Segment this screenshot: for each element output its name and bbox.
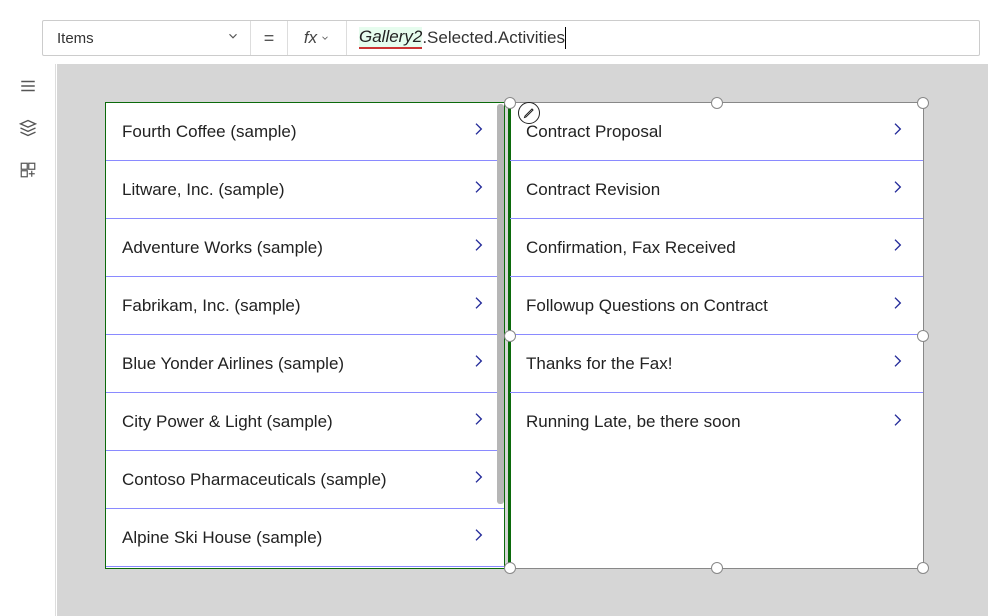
canvas[interactable]: Fourth Coffee (sample) Litware, Inc. (sa… (57, 64, 988, 616)
list-item[interactable]: Litware, Inc. (sample) (106, 161, 504, 219)
resize-handle[interactable] (504, 562, 516, 574)
chevron-right-icon[interactable] (470, 466, 486, 493)
chevron-right-icon[interactable] (889, 118, 905, 145)
list-item-label: Fourth Coffee (sample) (122, 122, 296, 142)
formula-token-highlight: Gallery2 (359, 27, 422, 49)
list-item-label: Alpine Ski House (sample) (122, 528, 322, 548)
insert-icon[interactable] (18, 160, 38, 180)
list-item-label: Followup Questions on Contract (526, 296, 768, 316)
list-item[interactable]: Adventure Works (sample) (106, 219, 504, 277)
list-item[interactable]: City Power & Light (sample) (106, 393, 504, 451)
list-item[interactable]: Fourth Coffee (sample) (106, 103, 504, 161)
list-item[interactable]: Contoso Pharmaceuticals (sample) (106, 451, 504, 509)
resize-handle[interactable] (917, 97, 929, 109)
list-item[interactable]: Running Late, be there soon (510, 393, 923, 451)
property-dropdown[interactable]: Items (43, 21, 251, 55)
list-item-label: Confirmation, Fax Received (526, 238, 736, 258)
list-item-label: Blue Yonder Airlines (sample) (122, 354, 344, 374)
formula-bar: Items = fx Gallery2.Selected.Activities (42, 20, 980, 56)
list-item[interactable]: Fabrikam, Inc. (sample) (106, 277, 504, 335)
list-item-label: City Power & Light (sample) (122, 412, 333, 432)
formula-token-rest: .Selected.Activities (422, 28, 565, 48)
list-item-label: Contract Revision (526, 180, 660, 200)
list-item[interactable]: Blue Yonder Airlines (sample) (106, 335, 504, 393)
chevron-right-icon[interactable] (889, 292, 905, 319)
chevron-down-icon (226, 29, 240, 47)
chevron-right-icon[interactable] (889, 176, 905, 203)
resize-handle[interactable] (504, 330, 516, 342)
list-item-label: Contoso Pharmaceuticals (sample) (122, 470, 387, 490)
chevron-right-icon[interactable] (470, 524, 486, 551)
chevron-right-icon[interactable] (470, 234, 486, 261)
resize-handle[interactable] (711, 562, 723, 574)
list-item-label: Contract Proposal (526, 122, 662, 142)
list-item[interactable]: Confirmation, Fax Received (510, 219, 923, 277)
tree-view-icon[interactable] (18, 76, 38, 96)
chevron-right-icon[interactable] (470, 408, 486, 435)
list-item[interactable]: Thanks for the Fax! (510, 335, 923, 393)
chevron-right-icon[interactable] (889, 409, 905, 436)
chevron-right-icon[interactable] (889, 350, 905, 377)
list-item[interactable]: Alpine Ski House (sample) (106, 509, 504, 567)
formula-input[interactable]: Gallery2.Selected.Activities (347, 21, 979, 55)
resize-handle[interactable] (504, 97, 516, 109)
chevron-right-icon[interactable] (470, 292, 486, 319)
list-item-label: Thanks for the Fax! (526, 354, 672, 374)
left-rail (0, 64, 56, 616)
scrollbar-thumb[interactable] (497, 104, 504, 504)
resize-handle[interactable] (917, 330, 929, 342)
edit-pencil-icon[interactable] (518, 102, 540, 124)
list-item[interactable]: Contract Revision (510, 161, 923, 219)
resize-handle[interactable] (917, 562, 929, 574)
text-caret (565, 27, 566, 49)
list-item-label: Adventure Works (sample) (122, 238, 323, 258)
list-item-label: Litware, Inc. (sample) (122, 180, 285, 200)
chevron-right-icon[interactable] (889, 234, 905, 261)
list-item-label: Running Late, be there soon (526, 412, 741, 432)
resize-handle[interactable] (711, 97, 723, 109)
list-item-label: Fabrikam, Inc. (sample) (122, 296, 301, 316)
gallery-accounts[interactable]: Fourth Coffee (sample) Litware, Inc. (sa… (105, 102, 505, 569)
chevron-down-icon (320, 33, 330, 43)
chevron-right-icon[interactable] (470, 350, 486, 377)
chevron-right-icon[interactable] (470, 118, 486, 145)
equals-label: = (251, 21, 287, 55)
gallery-activities[interactable]: Contract Proposal Contract Revision Conf… (509, 102, 924, 569)
fx-button[interactable]: fx (287, 21, 347, 55)
fx-label: fx (304, 28, 317, 48)
list-item[interactable]: Followup Questions on Contract (510, 277, 923, 335)
data-icon[interactable] (18, 118, 38, 138)
list-item[interactable]: Contract Proposal (510, 103, 923, 161)
property-name: Items (57, 30, 94, 47)
chevron-right-icon[interactable] (470, 176, 486, 203)
